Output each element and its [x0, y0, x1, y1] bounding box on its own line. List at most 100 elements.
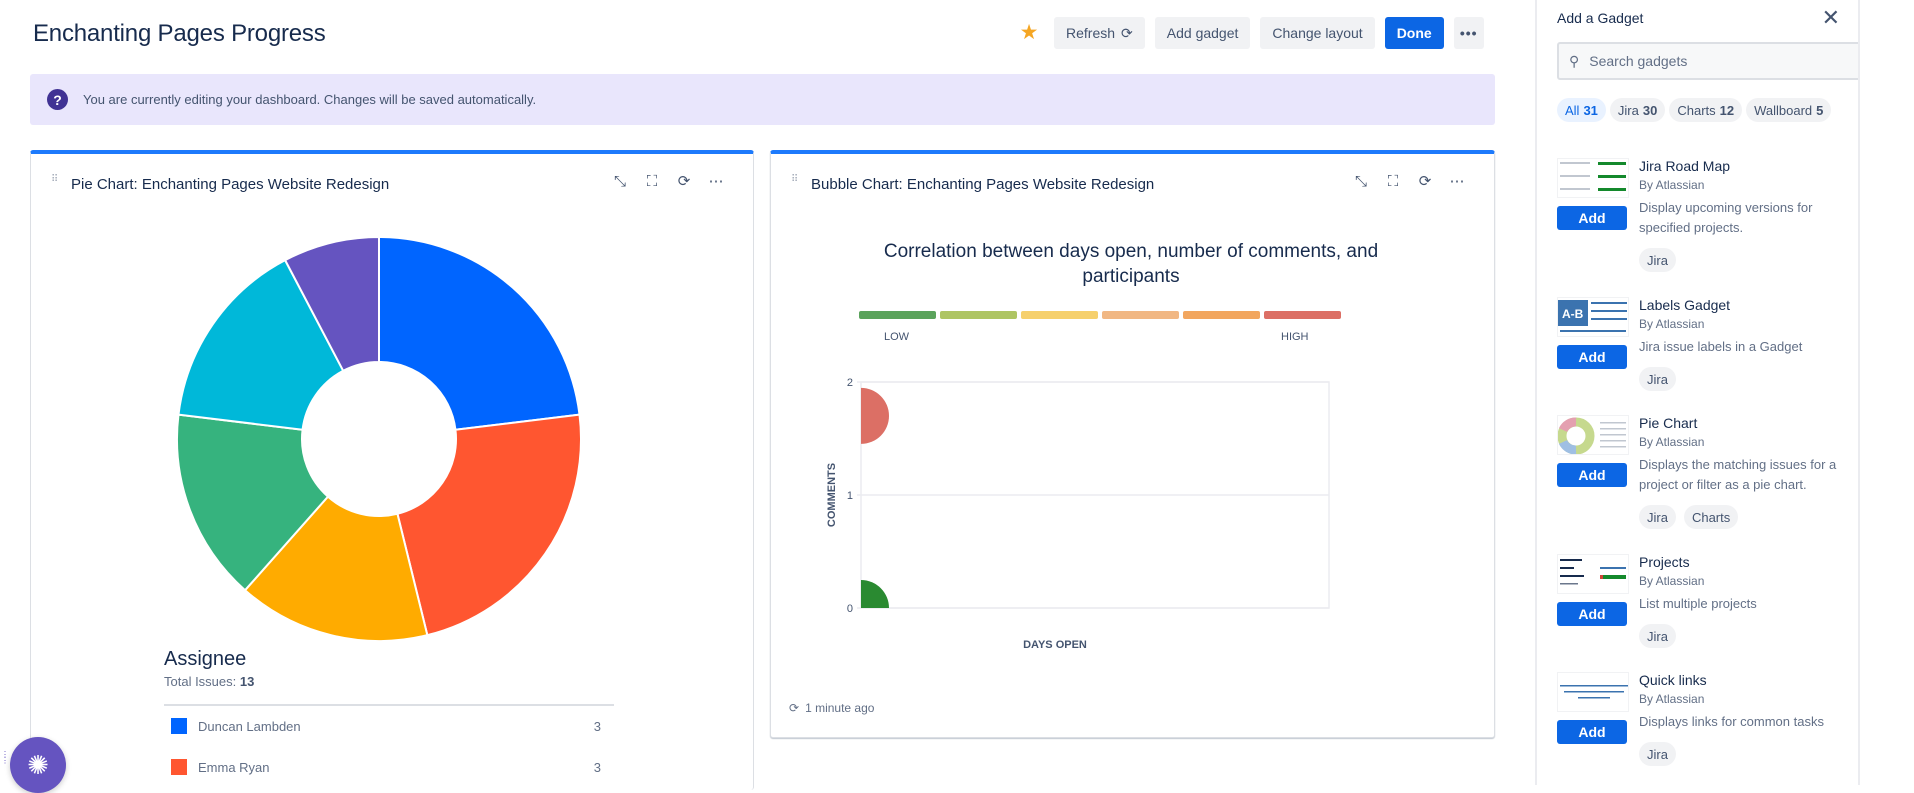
bubble-chart: COMMENTS DAYS OPEN 0 1 2	[826, 377, 1330, 651]
scale-segment	[1183, 311, 1260, 319]
add-gadget-item-button[interactable]: Add	[1557, 720, 1627, 744]
gadget-name: Labels Gadget	[1639, 297, 1731, 313]
legend-total: Total Issues: 13	[164, 674, 254, 689]
refresh-label: Refresh	[1066, 25, 1116, 41]
legend-count: 3	[593, 759, 601, 775]
gadget-author: By Atlassian	[1639, 574, 1705, 588]
search-input[interactable]	[1589, 53, 1850, 69]
add-gadget-item-button[interactable]: Add	[1557, 345, 1627, 369]
gadget-name: Quick links	[1639, 672, 1707, 688]
drag-handle-icon[interactable]: ⠿	[791, 175, 799, 191]
add-gadget-item-button[interactable]: Add	[1557, 463, 1627, 487]
gadget-title: Pie Chart: Enchanting Pages Website Rede…	[71, 175, 390, 193]
legend-row[interactable]: Emma Ryan 3	[171, 755, 601, 779]
add-gadget-item-button[interactable]: Add	[1557, 206, 1627, 230]
gadget-tags: Jira	[1639, 624, 1676, 648]
more-actions-button[interactable]: •••	[1453, 17, 1484, 49]
more-icon[interactable]: ⋯	[1448, 172, 1466, 190]
pie-chart	[176, 235, 582, 642]
filter-label: Wallboard	[1754, 102, 1813, 118]
updated-text: 1 minute ago	[805, 701, 875, 715]
gadget-tags: Jira	[1639, 742, 1676, 766]
add-gadget-item-button[interactable]: Add	[1557, 602, 1627, 626]
filter-label: Jira	[1617, 102, 1639, 118]
pie-slice[interactable]	[396, 413, 582, 637]
refresh-button[interactable]: Refresh ⟳	[1054, 17, 1145, 49]
refresh-icon[interactable]: ⟳	[1416, 172, 1434, 190]
editing-banner: ? You are currently editing your dashboa…	[30, 74, 1495, 125]
gadget-author: By Atlassian	[1639, 317, 1705, 331]
gadget-author: By Atlassian	[1639, 435, 1705, 449]
filter-count: 12	[1719, 102, 1735, 118]
legend-swatch	[171, 718, 187, 734]
legend-row[interactable]: Duncan Lambden 3	[171, 714, 601, 738]
gadget-description: Displays the matching issues for a proje…	[1639, 457, 1837, 492]
gadget-description: Jira issue labels in a Gadget	[1639, 339, 1803, 354]
scale-segment	[1102, 311, 1179, 319]
gadget-thumbnail	[1557, 415, 1629, 455]
legend-name: Duncan Lambden	[198, 718, 301, 734]
filter-jira[interactable]: Jira 30	[1609, 98, 1666, 122]
tag[interactable]: Jira	[1639, 742, 1676, 766]
minimize-icon[interactable]: ⤡	[611, 172, 629, 190]
gadget-list-item: A-B Add Labels Gadget By Atlassian Jira …	[1557, 297, 1857, 417]
star-icon[interactable]: ★	[1018, 22, 1040, 44]
last-updated: ⟳ 1 minute ago	[789, 701, 874, 715]
y-axis-label: COMMENTS	[826, 463, 838, 527]
change-layout-button[interactable]: Change layout	[1260, 17, 1375, 49]
refresh-icon[interactable]: ⟳	[789, 701, 799, 715]
pie-slice[interactable]	[378, 235, 581, 431]
tag[interactable]: Jira	[1639, 505, 1676, 529]
gadget-thumbnail: A-B	[1557, 297, 1629, 337]
filter-all[interactable]: All 31	[1557, 98, 1606, 122]
tag[interactable]: Charts	[1683, 505, 1739, 529]
gadget-author: By Atlassian	[1639, 178, 1705, 192]
x-axis-label: DAYS OPEN	[1023, 639, 1087, 651]
refresh-icon[interactable]: ⟳	[675, 172, 693, 190]
fullscreen-icon[interactable]: ⛶	[643, 172, 661, 190]
tag[interactable]: Jira	[1639, 248, 1676, 272]
tag[interactable]: Jira	[1639, 624, 1676, 648]
minimize-icon[interactable]: ⤡	[1352, 172, 1370, 190]
filter-charts[interactable]: Charts 12	[1669, 98, 1743, 122]
question-icon: ?	[47, 89, 68, 110]
tag[interactable]: Jira	[1639, 367, 1676, 391]
dashboard-main: Enchanting Pages Progress ★ Refresh ⟳ Ad…	[0, 0, 1520, 790]
filter-label: All	[1565, 102, 1580, 118]
gadget-author: By Atlassian	[1639, 692, 1705, 706]
more-icon[interactable]: ⋯	[707, 172, 725, 190]
panel-title: Add a Gadget	[1557, 10, 1644, 26]
gadget-name: Pie Chart	[1639, 415, 1698, 431]
gadget-header: ⠿ Bubble Chart: Enchanting Pages Website…	[771, 172, 1494, 196]
filter-count: 30	[1642, 102, 1658, 118]
filter-label: Charts	[1677, 102, 1716, 118]
search-field: ⚲	[1557, 42, 1858, 80]
filter-wallboard[interactable]: Wallboard 5	[1746, 98, 1832, 122]
gadget-header: ⠿ Pie Chart: Enchanting Pages Website Re…	[31, 172, 753, 196]
pie-chart-gadget: ⠿ Pie Chart: Enchanting Pages Website Re…	[30, 150, 754, 790]
legend-count: 3	[593, 718, 601, 734]
y-tick-label: 0	[847, 603, 853, 615]
fullscreen-icon[interactable]: ⛶	[1384, 172, 1402, 190]
bubble-point[interactable]	[833, 387, 889, 444]
gadget-title: Bubble Chart: Enchanting Pages Website R…	[811, 175, 1155, 193]
gadget-tags: Jira	[1639, 248, 1676, 272]
drag-handle-icon[interactable]: ⠿	[51, 175, 59, 191]
close-icon[interactable]: ✕	[1822, 7, 1840, 29]
done-button[interactable]: Done	[1384, 17, 1444, 49]
filter-chips: All 31 Jira 30 Charts 12 Wallboard 5	[1557, 98, 1832, 122]
gadget-description: Display upcoming versions for specified …	[1639, 200, 1813, 235]
gadget-list-item: Add Jira Road Map By Atlassian Display u…	[1557, 158, 1857, 278]
gadget-list-item: Add Projects By Atlassian List multiple …	[1557, 554, 1857, 674]
scale-segment	[1264, 311, 1341, 319]
bubble-point[interactable]	[833, 580, 889, 636]
scale-segment	[940, 311, 1017, 319]
filter-count: 5	[1816, 102, 1824, 118]
gadget-list-item: Add Pie Chart By Atlassian Displays the …	[1557, 415, 1857, 545]
add-gadget-panel: Add a Gadget ✕ ⚲ All 31 Jira 30 Charts 1…	[1535, 0, 1860, 785]
y-tick-label: 1	[847, 490, 853, 502]
fab-drag-handle[interactable]: ⋮ ⋮	[1, 751, 9, 772]
refresh-icon: ⟳	[1121, 24, 1133, 41]
add-gadget-button[interactable]: Add gadget	[1154, 17, 1251, 49]
page-title: Enchanting Pages Progress	[33, 20, 326, 47]
